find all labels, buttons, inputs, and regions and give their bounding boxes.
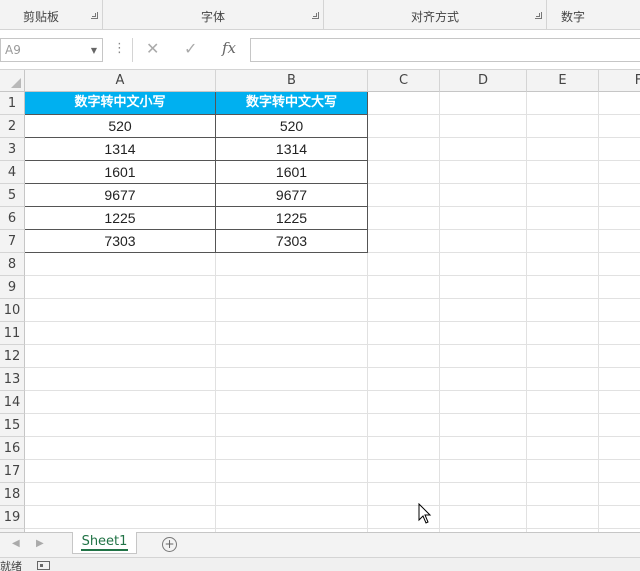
gridline <box>25 344 640 345</box>
table-cell[interactable]: 9677 <box>216 184 367 206</box>
formula-bar: A9 ▼ ⋮ ✕ ✓ fx <box>0 30 640 70</box>
table-cell[interactable]: 520 <box>25 115 215 137</box>
dialog-launcher-icon[interactable] <box>312 12 319 19</box>
table-cell[interactable]: 1601 <box>25 161 215 183</box>
gridline <box>25 505 640 506</box>
ribbon-group-font: 字体 <box>103 0 324 30</box>
cell-border <box>25 183 368 184</box>
row-header-13[interactable]: 13 <box>0 368 25 391</box>
gridline <box>25 413 640 414</box>
column-header-e[interactable]: E <box>527 70 599 92</box>
row-header-18[interactable]: 18 <box>0 483 25 506</box>
more-options-icon[interactable]: ⋮ <box>113 41 126 56</box>
column-header-c[interactable]: C <box>368 70 440 92</box>
worksheet-grid[interactable]: A B C D E F 1 2 3 4 5 6 7 8 9 10 11 12 13 14 15 16 17 18 1… <box>0 70 640 532</box>
row-header-3[interactable]: 3 <box>0 138 25 161</box>
ribbon-group-label: 字体 <box>200 10 225 24</box>
status-bar: 就绪 <box>0 557 640 571</box>
dialog-launcher-icon[interactable] <box>535 12 542 19</box>
gridline <box>25 390 640 391</box>
gridline <box>25 528 640 529</box>
row-header-10[interactable]: 10 <box>0 299 25 322</box>
chevron-down-icon[interactable]: ▼ <box>91 46 97 55</box>
header-cell-a1[interactable]: 数字转中文小写 <box>25 92 215 114</box>
macro-record-icon[interactable] <box>37 561 50 570</box>
row-header-2[interactable]: 2 <box>0 115 25 138</box>
gridline <box>25 436 640 437</box>
row-header-8[interactable]: 8 <box>0 253 25 276</box>
ribbon-group-label: 剪贴板 <box>22 10 59 24</box>
status-text: 就绪 <box>0 560 22 571</box>
header-cell-b1[interactable]: 数字转中文大写 <box>216 92 367 114</box>
row-header-6[interactable]: 6 <box>0 207 25 230</box>
gridline <box>25 367 640 368</box>
ribbon-group-labels: 剪贴板 字体 对齐方式 数字 <box>0 0 640 30</box>
table-cell[interactable]: 1314 <box>25 138 215 160</box>
select-all-button[interactable] <box>0 70 25 92</box>
row-header-1[interactable]: 1 <box>0 92 25 115</box>
cell-border <box>25 160 368 161</box>
row-header-9[interactable]: 9 <box>0 276 25 299</box>
cell-border <box>25 252 368 253</box>
row-header-12[interactable]: 12 <box>0 345 25 368</box>
mouse-cursor-icon <box>418 503 432 524</box>
cell-border <box>367 92 368 253</box>
row-header-14[interactable]: 14 <box>0 391 25 414</box>
table-cell[interactable]: 7303 <box>25 230 215 252</box>
column-header-f[interactable]: F <box>599 70 640 92</box>
sheet-tab[interactable]: Sheet1 <box>72 532 137 554</box>
divider <box>132 38 133 62</box>
dialog-launcher-icon[interactable] <box>91 12 98 19</box>
cell-border <box>25 206 368 207</box>
row-header-7[interactable]: 7 <box>0 230 25 253</box>
table-cell[interactable]: 7303 <box>216 230 367 252</box>
gridline <box>25 482 640 483</box>
row-header-19[interactable]: 19 <box>0 506 25 529</box>
row-header-4[interactable]: 4 <box>0 161 25 184</box>
table-cell[interactable]: 9677 <box>25 184 215 206</box>
formula-input[interactable] <box>250 38 640 62</box>
add-sheet-button[interactable]: + <box>162 537 177 552</box>
table-cell[interactable]: 520 <box>216 115 367 137</box>
previous-sheet-icon[interactable]: ◀ <box>12 538 20 549</box>
sheet-tab-bar: ◀ ▶ Sheet1 + <box>0 532 640 557</box>
row-header-5[interactable]: 5 <box>0 184 25 207</box>
column-header-b[interactable]: B <box>216 70 368 92</box>
row-header-16[interactable]: 16 <box>0 437 25 460</box>
gridline <box>526 92 527 532</box>
gridline <box>25 321 640 322</box>
table-cell[interactable]: 1601 <box>216 161 367 183</box>
row-header-17[interactable]: 17 <box>0 460 25 483</box>
enter-icon[interactable]: ✓ <box>184 39 197 58</box>
table-cell[interactable]: 1225 <box>25 207 215 229</box>
gridline <box>439 92 440 532</box>
gridline <box>25 298 640 299</box>
column-header-d[interactable]: D <box>440 70 527 92</box>
table-cell[interactable]: 1314 <box>216 138 367 160</box>
insert-function-button[interactable]: fx <box>222 39 236 57</box>
row-header-11[interactable]: 11 <box>0 322 25 345</box>
ribbon-group-label: 数字 <box>561 10 586 24</box>
gridline <box>25 275 640 276</box>
ribbon-group-alignment: 对齐方式 <box>324 0 547 30</box>
column-header-a[interactable]: A <box>25 70 216 92</box>
cell-border <box>25 229 368 230</box>
cell-border <box>25 114 368 115</box>
next-sheet-icon[interactable]: ▶ <box>36 538 44 549</box>
ribbon-group-clipboard: 剪贴板 <box>0 0 103 30</box>
name-box-value: A9 <box>5 43 21 57</box>
row-header-15[interactable]: 15 <box>0 414 25 437</box>
cancel-icon[interactable]: ✕ <box>146 39 159 58</box>
ribbon-group-label: 对齐方式 <box>410 10 459 24</box>
gridline <box>25 459 640 460</box>
cell-border <box>215 92 216 253</box>
table-cell[interactable]: 1225 <box>216 207 367 229</box>
name-box[interactable]: A9 ▼ <box>0 38 103 62</box>
ribbon-group-number: 数字 <box>547 0 640 30</box>
cell-border <box>25 137 368 138</box>
gridline <box>598 92 599 532</box>
